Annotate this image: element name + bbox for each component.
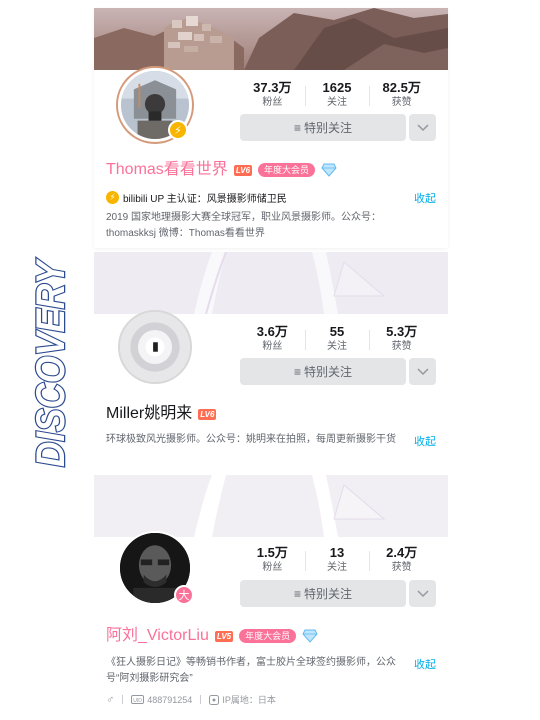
stat-following[interactable]: 13 关注 [304, 545, 370, 575]
username: Miller姚明来 [106, 405, 193, 422]
stat-label: 获赞 [391, 562, 412, 573]
ip-location-text: IP属地：日本 [222, 695, 276, 705]
stats-row: 1.5万 粉丝 13 关注 2.4万 获赞 [240, 545, 434, 575]
menu-icon: ≡ [293, 120, 301, 135]
special-follow-button[interactable]: ≡ 特别关注 [240, 114, 406, 141]
follow-label: 特别关注 [304, 365, 353, 379]
chevron-down-icon [416, 367, 429, 375]
divider [200, 695, 202, 704]
stat-following[interactable]: 1625 关注 [304, 80, 370, 110]
profile-banner [94, 252, 448, 314]
bio-text: 《狂人摄影日记》等畅销书作者，富士胶片全球签约摄影师，公众号“阿刘摄影研究会” [106, 657, 396, 684]
profile-card-miller: 3.6万 粉丝 55 关注 5.3万 获赞 ≡ 特别关注 Miller姚明来 L… [94, 252, 448, 470]
stat-value: 55 [329, 324, 345, 339]
profile-banner [94, 8, 448, 70]
chevron-down-icon [416, 589, 429, 597]
avatar-badge-icon: 大 [174, 585, 194, 605]
username: Thomas看看世界 [106, 161, 228, 178]
meta-row: ♂ UID 488791254 IP属地：日本 [106, 693, 276, 706]
side-title: DISCOVERY [20, 255, 76, 470]
stat-label: 粉丝 [262, 341, 283, 352]
stat-value: 1625 [322, 80, 352, 95]
up-verified-badge-icon: ⚡ [168, 120, 188, 140]
profile-banner [94, 475, 448, 537]
more-options-button[interactable] [409, 358, 436, 385]
stat-followers[interactable]: 37.3万 粉丝 [240, 80, 305, 110]
stat-followers[interactable]: 3.6万 粉丝 [240, 324, 305, 354]
stat-likes[interactable]: 82.5万 获赞 [369, 80, 434, 110]
side-title-text: DISCOVERY [29, 258, 73, 467]
uid-group: UID 488791254 [131, 695, 192, 705]
stats-row: 3.6万 粉丝 55 关注 5.3万 获赞 [240, 324, 434, 354]
collapse-link[interactable]: 收起 [414, 190, 436, 206]
stat-label: 获赞 [391, 341, 412, 352]
location-icon [209, 694, 220, 705]
diamond-icon [321, 163, 337, 177]
stat-label: 粉丝 [262, 562, 283, 573]
divider [122, 695, 124, 704]
special-follow-button[interactable]: ≡ 特别关注 [240, 358, 406, 385]
follow-row: ≡ 特别关注 [240, 358, 436, 385]
stat-likes[interactable]: 2.4万 获赞 [369, 545, 434, 575]
annual-vip-badge: 年度大会员 [239, 629, 297, 643]
follow-label: 特别关注 [304, 587, 353, 601]
uid-text[interactable]: 488791254 [147, 695, 192, 705]
annual-vip-badge: 年度大会员 [258, 163, 316, 177]
collapse-link[interactable]: 收起 [414, 433, 436, 449]
stat-value: 13 [329, 545, 345, 560]
stat-label: 关注 [327, 97, 347, 108]
special-follow-button[interactable]: ≡ 特别关注 [240, 580, 406, 607]
follow-row: ≡ 特别关注 [240, 580, 436, 607]
more-options-button[interactable] [409, 114, 436, 141]
stat-followers[interactable]: 1.5万 粉丝 [240, 545, 305, 575]
follow-label: 特别关注 [304, 121, 353, 135]
bio-text: 环球极致风光摄影师。公众号：姚明来在拍照，每周更新摄影干货 [106, 434, 396, 445]
gender-male-icon: ♂ [106, 693, 115, 706]
name-row: Miller姚明来 LV6 [106, 404, 217, 424]
stat-value: 37.3万 [253, 80, 292, 95]
certification-text: bilibili UP 主认证：风景摄影师储卫民 [123, 194, 287, 205]
ip-group: IP属地：日本 [209, 693, 276, 706]
collapse-link[interactable]: 收起 [414, 656, 436, 672]
stat-value: 82.5万 [382, 80, 421, 95]
stat-value: 2.4万 [386, 545, 418, 560]
certification-row: ⚡ bilibili UP 主认证：风景摄影师储卫民 [106, 190, 287, 205]
level-badge: LV5 [214, 630, 234, 642]
chevron-down-icon [416, 123, 429, 131]
follow-row: ≡ 特别关注 [240, 114, 436, 141]
stat-value: 1.5万 [256, 545, 288, 560]
more-options-button[interactable] [409, 580, 436, 607]
username: 阿刘_VictorLiu [106, 627, 209, 644]
stat-following[interactable]: 55 关注 [304, 324, 370, 354]
level-badge: LV6 [198, 408, 217, 420]
stat-value: 3.6万 [256, 324, 288, 339]
name-row: 阿刘_VictorLiu LV5 年度大会员 [106, 626, 318, 646]
id-card-icon: UID [131, 695, 145, 704]
diamond-icon [302, 629, 318, 643]
name-row: Thomas看看世界 LV6 年度大会员 [106, 160, 337, 180]
stats-row: 37.3万 粉丝 1625 关注 82.5万 获赞 [240, 80, 434, 110]
profile-card-victorliu: 大 1.5万 粉丝 13 关注 2.4万 获赞 ≡ 特别关注 阿刘_Victor… [94, 475, 448, 715]
bio-text: 2019 国家地理摄影大赛全球冠军，职业风景摄影师。公众号：thomaskksj… [106, 212, 382, 239]
level-badge: LV6 [233, 164, 253, 176]
menu-icon: ≡ [293, 586, 301, 601]
profile-card-thomas: ⚡ 37.3万 粉丝 1625 关注 82.5万 获赞 ≡ 特别关注 Thoma… [94, 8, 448, 248]
stat-label: 关注 [327, 562, 347, 573]
svg-text:UID: UID [133, 698, 142, 704]
stat-label: 粉丝 [262, 97, 283, 108]
stat-label: 关注 [327, 341, 347, 352]
stat-label: 获赞 [391, 97, 412, 108]
menu-icon: ≡ [293, 364, 301, 379]
avatar[interactable] [118, 310, 192, 384]
stat-value: 5.3万 [386, 324, 418, 339]
stat-likes[interactable]: 5.3万 获赞 [369, 324, 434, 354]
certified-icon: ⚡ [106, 191, 119, 204]
